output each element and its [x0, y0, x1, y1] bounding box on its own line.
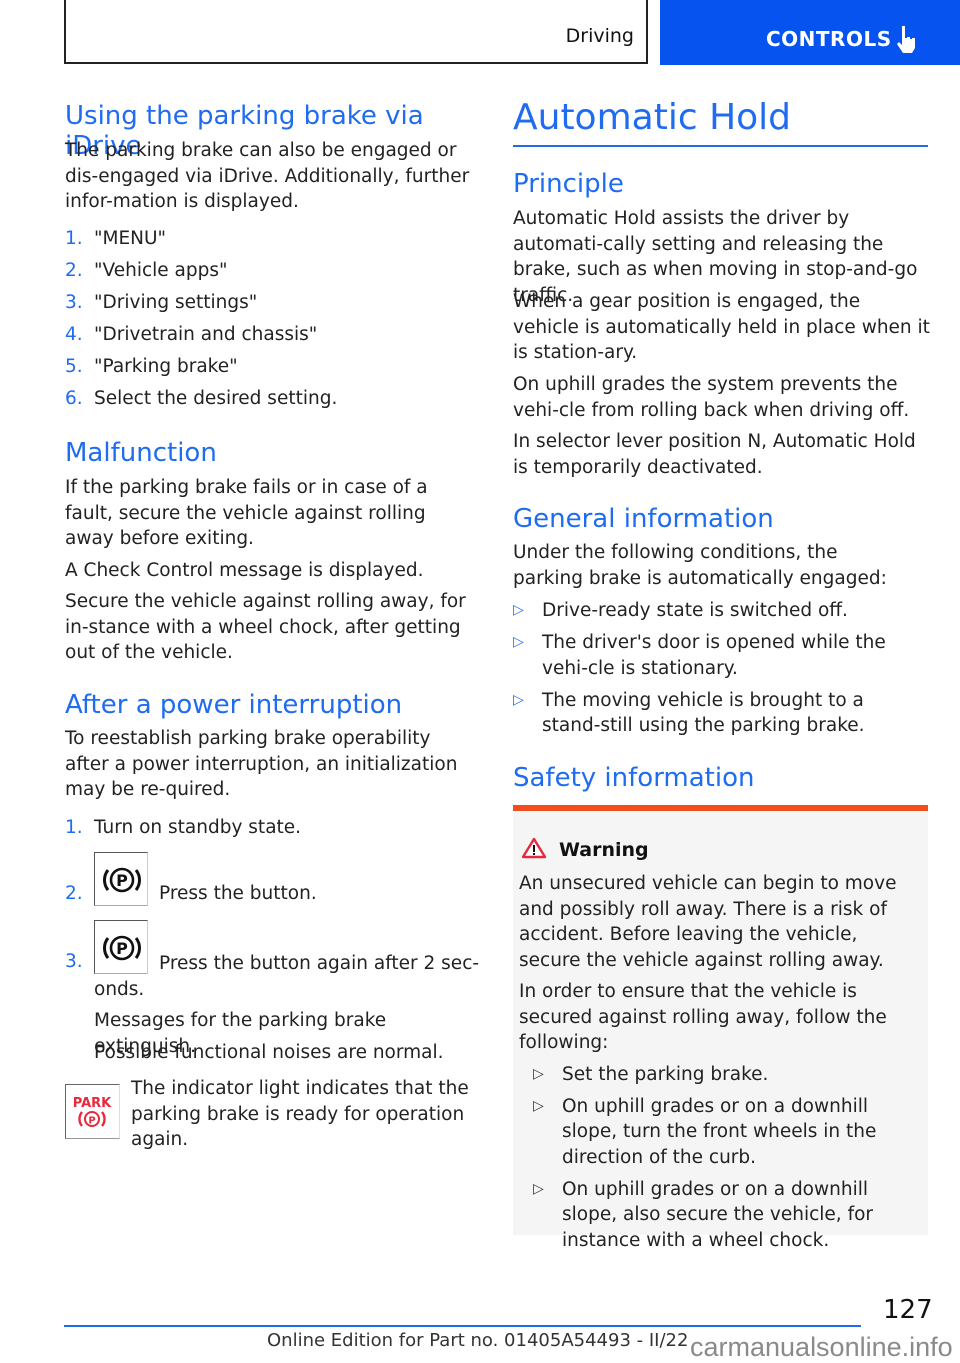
general-heading: General information	[513, 504, 774, 534]
idrive-intro: The parking brake can also be engaged or…	[65, 140, 470, 212]
principle-p4: In selector lever position N, Automatic …	[513, 431, 916, 478]
warning-header: Warning	[521, 837, 649, 863]
malfunction-p3: Secure the vehicle against rolling away,…	[65, 591, 466, 663]
list-item: 1. Turn on standby state.	[65, 817, 302, 838]
bullet-triangle-icon: ▷	[533, 1097, 544, 1114]
list-item: ▷ Set the parking brake.	[533, 1062, 918, 1088]
malfunction-p1: If the parking brake fails or in case of…	[65, 477, 428, 549]
list-item: ▷ On uphill grades or on a downhill slope…	[533, 1095, 877, 1168]
list-item: 3. "Driving settings"	[65, 292, 258, 313]
power-heading: After a power interruption	[65, 690, 403, 720]
header-chapter-label: CONTROLS	[766, 27, 892, 51]
general-bullets: ▷ Drive-ready state is switched off. ▷ The…	[513, 598, 928, 745]
principle-p3: On uphill grades the system prevents the…	[513, 374, 910, 421]
list-item: 1. "MENU"	[65, 228, 167, 249]
bullet-triangle-icon: ▷	[513, 634, 524, 650]
list-item: ▷ The moving vehicle is brought to a stan…	[513, 689, 865, 737]
power-after-2: Possible functional noises are normal.	[94, 1042, 444, 1063]
warning-triangle-icon	[521, 837, 547, 859]
warning-bullets: ▷ Set the parking brake. ▷ On uphill grade…	[533, 1062, 918, 1254]
malfunction-p2: A Check Control message is displayed.	[65, 560, 424, 581]
principle-heading: Principle	[513, 169, 624, 199]
list-item: 2. "Vehicle apps"	[65, 260, 228, 281]
warning-body: An unsecured vehicle can begin to move a…	[519, 871, 919, 1260]
principle-p2: When a gear position is engaged, the veh…	[513, 291, 930, 363]
warning-p1: An unsecured vehicle can begin to move a…	[519, 873, 897, 971]
list-item: ▷ Drive-ready state is switched off.	[513, 598, 928, 624]
warning-box: Warning An unsecured vehicle can begin t…	[513, 805, 928, 1251]
idrive-steps: 1. "MENU" 2. "Vehicle apps" 3. "Driving set…	[65, 226, 480, 418]
bullet-triangle-icon: ▷	[513, 691, 524, 708]
header-chapter-tab: CONTROLS	[660, 0, 960, 65]
power-step-2: 2. P Press the button.	[65, 852, 480, 908]
list-item: 5. "Parking brake"	[65, 356, 238, 377]
park-indicator-icon: PARK P	[65, 1084, 120, 1139]
list-item: ▷ On uphill grades or on a downhill slope…	[533, 1178, 874, 1251]
automatic-hold-title: Automatic Hold	[513, 97, 792, 138]
safety-heading: Safety information	[513, 763, 755, 793]
hand-pointer-icon	[897, 26, 915, 53]
bullet-triangle-icon: ▷	[513, 602, 524, 618]
park-indicator-text: The indicator light indicates that the p…	[131, 1078, 469, 1150]
title-divider	[513, 145, 928, 147]
power-intro: To reestablish parking brake operability…	[65, 728, 458, 800]
bullet-triangle-icon: ▷	[533, 1065, 544, 1082]
warning-p2: In order to ensure that the vehicle is s…	[519, 981, 887, 1053]
svg-text:P: P	[116, 871, 128, 890]
header-section-label: Driving	[565, 25, 634, 47]
list-item: 6. Select the desired setting.	[65, 388, 338, 409]
list-item: 4. "Drivetrain and chassis"	[65, 324, 318, 345]
page-number: 127	[883, 1295, 933, 1325]
svg-text:P: P	[88, 1116, 95, 1127]
warning-label: Warning	[559, 839, 649, 861]
general-intro: Under the following conditions, the park…	[513, 542, 887, 589]
malfunction-heading: Malfunction	[65, 438, 217, 468]
bullet-triangle-icon: ▷	[533, 1180, 544, 1197]
parking-brake-button-icon: P	[94, 852, 148, 906]
footer-divider	[64, 1325, 861, 1327]
watermark: carmanualsonline.info	[690, 1332, 953, 1362]
power-step-1: 1. Turn on standby state.	[65, 815, 480, 847]
park-indicator-label: PARK	[73, 1096, 112, 1111]
footer-edition: Online Edition for Part no. 01405A54493 …	[267, 1330, 689, 1351]
list-item: ▷ The driver's door is opened while the v…	[513, 632, 886, 679]
header-section-tab: Driving	[64, 0, 648, 64]
power-step-3: 3. P Press the button again after 2 sec-…	[65, 920, 480, 1000]
